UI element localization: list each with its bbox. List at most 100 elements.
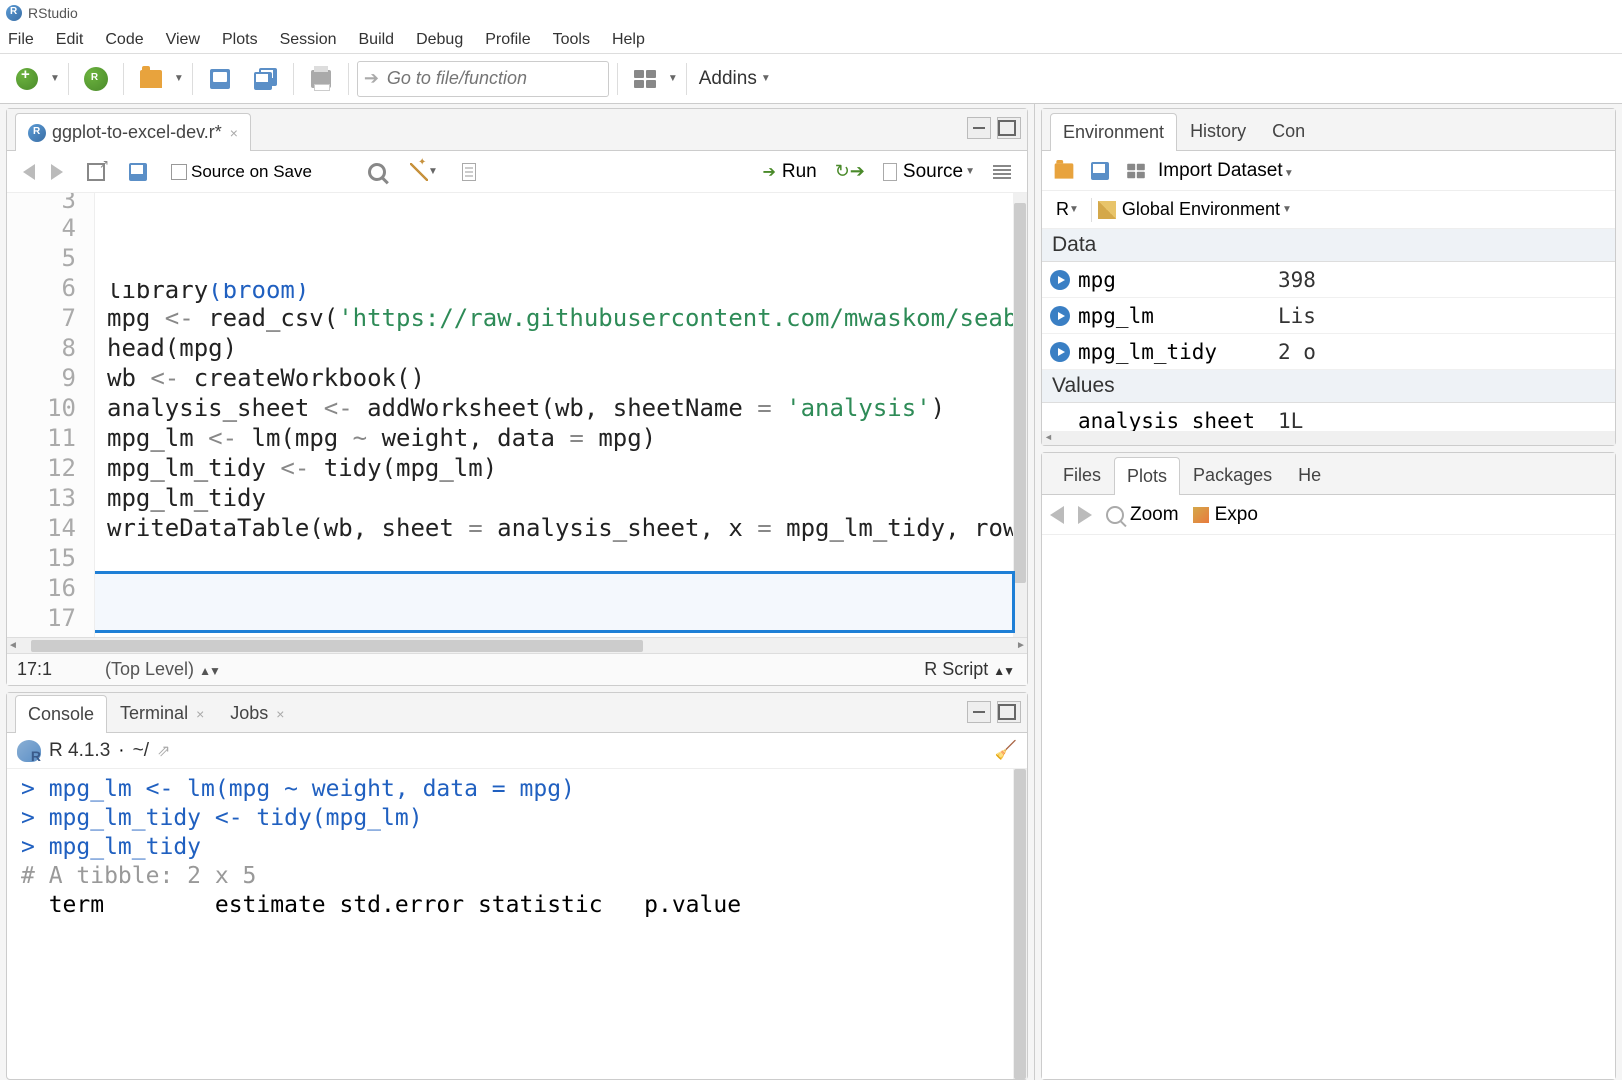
console-output[interactable]: > mpg_lm <- lm(mpg ~ weight, data = mpg)… [7,769,1027,1079]
plots-toolbar: Zoom Expo [1042,495,1615,535]
tab-environment[interactable]: Environment [1050,113,1177,151]
outline-button[interactable] [987,162,1017,182]
addins-dropdown-icon[interactable]: ▼ [761,73,771,84]
env-object-row[interactable]: mpg_lm_tidy2 o [1042,334,1615,370]
nav-back-button[interactable] [17,161,41,183]
tab-history[interactable]: History [1177,112,1259,150]
save-all-button[interactable] [247,60,285,98]
menu-profile[interactable]: Profile [485,31,530,49]
new-project-button[interactable] [77,60,115,98]
save-icon [129,163,147,181]
goto-file-function-input[interactable]: ➔ [357,61,609,97]
import-dataset-button[interactable]: Import Dataset ▼ [1158,160,1294,182]
code-line[interactable]: library(broom) [107,283,1027,303]
editor-horizontal-scrollbar[interactable]: ◄ ► [7,637,1027,653]
code-editor[interactable]: 34567891011121314151617 library(broom)mp… [7,193,1027,637]
close-tab-button[interactable]: × [230,125,238,141]
menu-code[interactable]: Code [105,31,143,49]
menu-build[interactable]: Build [359,31,395,49]
tab-files[interactable]: Files [1050,456,1114,494]
menu-tools[interactable]: Tools [553,31,590,49]
tab-packages[interactable]: Packages [1180,456,1285,494]
code-line[interactable]: head(mpg) [107,333,1027,363]
code-line[interactable]: writeDataTable(wb, sheet = analysis_shee… [107,513,1027,543]
editor-vertical-scrollbar[interactable] [1013,193,1027,637]
code-line[interactable]: wb <- createWorkbook() [107,363,1027,393]
import-dataset-icon-button[interactable] [1122,152,1150,190]
view-object-button[interactable] [1050,270,1070,290]
load-workspace-button[interactable] [1050,152,1078,190]
menu-help[interactable]: Help [612,31,645,49]
clear-console-button[interactable]: 🧹 [995,740,1017,761]
view-object-button[interactable] [1050,306,1070,326]
tab-terminal[interactable]: Terminal× [107,694,217,732]
plots-prev-button[interactable] [1050,506,1064,524]
code-line[interactable]: mpg <- read_csv('https://raw.githubuserc… [107,303,1027,333]
maximize-pane-button[interactable] [997,117,1021,139]
export-icon [1193,507,1209,523]
print-button[interactable] [302,60,340,98]
menu-file[interactable]: File [8,31,34,49]
popout-button[interactable] [81,160,111,184]
code-area[interactable]: library(broom)mpg <- read_csv('https://r… [95,193,1027,637]
env-tab-bar: Environment History Con [1042,109,1615,151]
env-object-row[interactable]: mpg398 [1042,262,1615,298]
code-line[interactable]: analysis_sheet <- addWorksheet(wb, sheet… [107,393,1027,423]
source-on-save-checkbox[interactable]: Source on Save [165,159,318,185]
menu-plots[interactable]: Plots [222,31,258,49]
function-scope[interactable]: (Top Level) ▲▼ [105,659,924,680]
run-button[interactable]: ➔Run [762,161,816,183]
minimize-pane-button[interactable] [967,117,991,139]
goto-wd-button[interactable]: ⇗ [157,741,170,761]
console-vertical-scrollbar[interactable] [1013,769,1027,1079]
rerun-button[interactable]: ↻➔ [829,158,871,185]
working-directory[interactable]: ~/ [133,740,149,762]
plots-export-button[interactable]: Expo [1193,504,1258,526]
env-object-row[interactable]: analysis_sheet1L [1042,403,1615,431]
close-jobs-button[interactable]: × [276,706,284,722]
menu-session[interactable]: Session [280,31,337,49]
pane-layout-button[interactable] [626,60,664,98]
open-recent-dropdown-icon[interactable]: ▼ [174,73,184,84]
open-file-button[interactable] [132,60,170,98]
new-file-button[interactable] [8,60,46,98]
menu-debug[interactable]: Debug [416,31,463,49]
environment-scope-selector[interactable]: Global Environment ▼ [1098,199,1292,220]
addins-button[interactable]: Addins [699,68,757,90]
menu-view[interactable]: View [166,31,200,49]
close-terminal-button[interactable]: × [196,706,204,722]
language-mode[interactable]: R Script ▲▼ [924,659,1013,680]
menu-edit[interactable]: Edit [56,31,84,49]
goto-input-field[interactable] [387,68,587,89]
view-object-button[interactable] [1050,342,1070,362]
language-selector[interactable]: R ▼ [1050,197,1085,222]
plots-next-button[interactable] [1078,506,1092,524]
env-section-header: Data [1042,229,1615,262]
env-object-row[interactable]: mpg_lmLis [1042,298,1615,334]
code-line[interactable]: mpg_lm_tidy <- tidy(mpg_lm) [107,453,1027,483]
plots-zoom-button[interactable]: Zoom [1106,504,1179,526]
new-file-icon [16,68,38,90]
nav-forward-button[interactable] [45,161,69,183]
env-horizontal-scrollbar[interactable] [1042,431,1615,445]
compile-report-button[interactable] [456,160,482,184]
code-tools-button[interactable]: ▼ [404,160,444,184]
tab-console[interactable]: Console [15,695,107,733]
maximize-console-button[interactable] [997,701,1021,723]
tab-jobs[interactable]: Jobs× [217,694,297,732]
tab-plots[interactable]: Plots [1114,457,1180,495]
code-line[interactable]: mpg_lm <- lm(mpg ~ weight, data = mpg) [107,423,1027,453]
source-button[interactable]: Source▼ [883,161,975,183]
popout-icon [87,163,105,181]
tab-help[interactable]: He [1285,456,1334,494]
save-button[interactable] [201,60,239,98]
pane-layout-dropdown-icon[interactable]: ▼ [668,73,678,84]
new-file-dropdown-icon[interactable]: ▼ [50,73,60,84]
editor-tab-file[interactable]: ggplot-to-excel-dev.r* × [15,113,251,151]
tab-connections[interactable]: Con [1259,112,1318,150]
save-workspace-button[interactable] [1086,152,1114,190]
minimize-console-button[interactable] [967,701,991,723]
code-line[interactable]: mpg_lm_tidy [107,483,1027,513]
save-file-button[interactable] [123,160,153,184]
find-button[interactable] [362,160,392,184]
